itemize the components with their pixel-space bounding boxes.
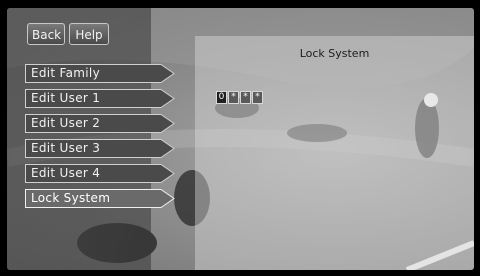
dialog-title: Lock System	[299, 47, 370, 60]
menu-item-edit-user-1[interactable]: Edit User 1	[25, 89, 175, 108]
menu-item-label: Lock System	[31, 191, 111, 205]
tv-screen: Back Help Edit Family Edit User 1 Edit U…	[0, 0, 480, 276]
menu-item-label: Edit User 4	[31, 166, 101, 180]
menu-item-lock-system[interactable]: Lock System	[25, 189, 175, 208]
menu-item-label: Edit Family	[31, 66, 100, 80]
menu-item-edit-user-3[interactable]: Edit User 3	[25, 139, 175, 158]
pin-digit-4[interactable]: *	[252, 91, 263, 104]
lock-system-dialog: Lock System 0 * * *	[195, 36, 474, 270]
back-button[interactable]: Back	[27, 23, 65, 45]
pin-digit-1[interactable]: 0	[216, 91, 227, 104]
video-background: Back Help Edit Family Edit User 1 Edit U…	[7, 8, 474, 270]
menu-item-edit-family[interactable]: Edit Family	[25, 64, 175, 83]
menu-item-label: Edit User 2	[31, 116, 101, 130]
menu-item-label: Edit User 1	[31, 91, 101, 105]
menu-item-edit-user-2[interactable]: Edit User 2	[25, 114, 175, 133]
menu-item-edit-user-4[interactable]: Edit User 4	[25, 164, 175, 183]
pin-digit-3[interactable]: *	[240, 91, 251, 104]
help-button[interactable]: Help	[69, 23, 109, 45]
pin-digit-2[interactable]: *	[228, 91, 239, 104]
menu-item-label: Edit User 3	[31, 141, 101, 155]
pin-entry[interactable]: 0 * * *	[216, 91, 264, 105]
